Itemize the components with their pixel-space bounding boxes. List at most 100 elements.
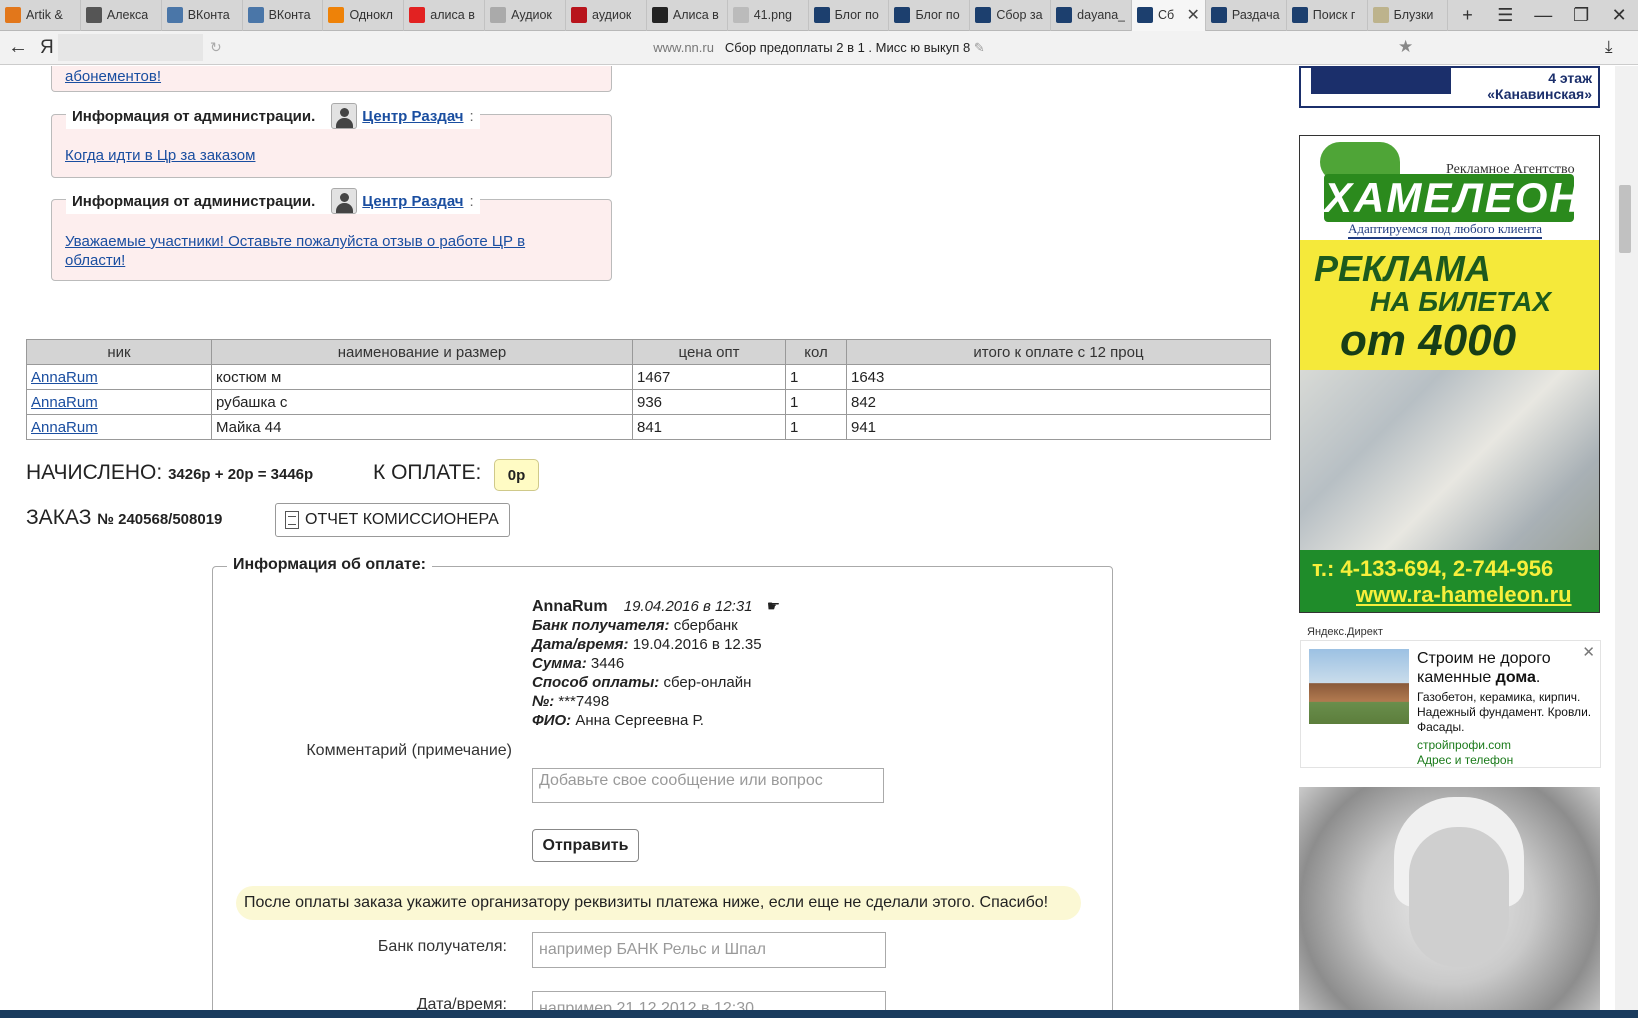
browser-tab[interactable]: Блог по <box>809 0 890 31</box>
ad-phones: т.: 4-133-694, 2-744-956 <box>1312 556 1554 581</box>
browser-tab[interactable]: аудиок <box>566 0 647 31</box>
browser-tab[interactable]: ВКонта <box>243 0 324 31</box>
tab-favicon-icon <box>651 7 668 23</box>
photo-ad-banner[interactable] <box>1299 787 1600 1010</box>
browser-tab[interactable]: ВКонта <box>162 0 243 31</box>
browser-tab[interactable]: Блузки <box>1368 0 1449 31</box>
ad-text: Газобетон, керамика, кирпич. Надежный фу… <box>1417 690 1592 734</box>
notice-message-link[interactable]: Уважаемые участники! Оставьте пожалуйста… <box>65 232 565 270</box>
field-value: 19.04.2016 в 12.35 <box>632 636 762 653</box>
tab-title: Однокл <box>349 8 393 22</box>
browser-tab[interactable]: Блог по <box>889 0 971 31</box>
notice-legend: Информация от администрации. Центр Разда… <box>66 188 480 214</box>
author-link[interactable]: Центр Раздач <box>362 193 463 210</box>
table-row: AnnaRum Майка 44 841 1 941 <box>26 414 1271 440</box>
send-button[interactable]: Отправить <box>532 829 639 862</box>
close-window-icon[interactable]: ✕ <box>1600 0 1638 31</box>
qty-cell: 1 <box>785 414 847 440</box>
top-ad-banner[interactable]: 4 этаж «Канавинская» <box>1299 66 1600 108</box>
order-label: ЗАКАЗ <box>26 506 92 529</box>
payment-info-legend: Информация об оплате: <box>227 556 432 574</box>
ad-line: «Канавинская» <box>1487 86 1592 102</box>
colon: : <box>469 192 474 210</box>
commissioner-report-button[interactable]: ОТЧЕТ КОМИССИОНЕРА <box>275 503 510 537</box>
tab-title: Сбор за <box>996 8 1043 22</box>
browser-tab[interactable]: алиса в <box>404 0 486 31</box>
document-icon <box>285 511 299 529</box>
ad-slogan: Адаптируемся под любого клиента <box>1348 221 1542 239</box>
download-icon[interactable]: ⤓ <box>1605 37 1613 57</box>
tab-favicon-icon <box>166 7 183 23</box>
browser-tab[interactable]: Раздача <box>1206 0 1287 31</box>
url-host: www.nn.ru <box>653 40 714 55</box>
nick-link[interactable]: AnnaRum <box>31 369 98 386</box>
tab-favicon-icon <box>975 7 992 23</box>
bookmark-star-icon[interactable]: ★ <box>1398 37 1413 57</box>
browser-tab[interactable]: dayana_ <box>1051 0 1133 31</box>
field-value: сбер-онлайн <box>663 674 752 691</box>
total-cell: 941 <box>846 414 1271 440</box>
nick-link[interactable]: AnnaRum <box>31 394 98 411</box>
notice-legend: Информация от администрации. Центр Разда… <box>66 103 480 129</box>
tab-favicon-icon <box>1291 7 1308 23</box>
ad-title-bold: дома <box>1495 669 1536 686</box>
browser-tab[interactable]: Artik & <box>0 0 81 31</box>
notice-message-link[interactable]: абонементов! <box>65 68 161 85</box>
notice-message-link[interactable]: Когда идти в Цр за заказом <box>65 147 255 164</box>
tab-bar: Artik & Алекса ВКонта ВКонта Однокл алиса в Ау… <box>0 0 1638 31</box>
hameleon-ad-banner[interactable]: Рекламное Агентство ХАМЕЛЕОН Адаптируемс… <box>1299 135 1600 613</box>
address-bar: ← Я ↻ www.nn.ru Сбор предоплаты 2 в 1 . … <box>0 31 1638 65</box>
browser-tab[interactable]: Однокл <box>323 0 405 31</box>
browser-tab[interactable]: Сбор за <box>970 0 1052 31</box>
tab-title: Алиса в <box>672 8 719 22</box>
browser-tab[interactable]: Поиск г <box>1287 0 1368 31</box>
item-cell: рубашка с <box>211 389 633 415</box>
browser-tab[interactable]: Сб ✕ <box>1132 0 1206 31</box>
payment-record: AnnaRum 19.04.2016 в 12:31 ☛ Банк получа… <box>532 597 780 730</box>
datetime-input[interactable]: например 21.12.2012 в 12:30 <box>532 991 886 1010</box>
restore-icon[interactable]: ❐ <box>1562 0 1600 31</box>
browser-tab[interactable]: Аудиок <box>485 0 567 31</box>
new-tab-icon[interactable]: + <box>1448 0 1486 31</box>
ad-title[interactable]: Строим не дорого каменные дома. <box>1417 649 1593 687</box>
bank-input[interactable]: например БАНК Рельс и Шпал <box>532 932 886 968</box>
ad-address-link[interactable]: Адрес и телефон <box>1417 753 1513 767</box>
yandex-direct-label[interactable]: Яндекс.Директ <box>1307 626 1383 638</box>
close-icon[interactable]: ✕ <box>1582 643 1595 661</box>
tab-title: алиса в <box>430 8 475 22</box>
ad-domain[interactable]: стройпрофи.com <box>1417 738 1511 752</box>
close-tab-icon[interactable]: ✕ <box>1187 5 1200 25</box>
yandex-direct-ad[interactable]: Строим не дорого каменные дома. Газобето… <box>1300 640 1601 768</box>
orders-table: ник наименование и размер цена опт кол и… <box>26 339 1271 440</box>
pointing-hand-icon[interactable]: ☛ <box>767 598 780 615</box>
field-label: Способ оплаты: <box>532 674 660 691</box>
payment-hint: После оплаты заказа укажите организатору… <box>236 886 1081 920</box>
minimize-icon[interactable]: — <box>1524 0 1562 31</box>
comment-input[interactable]: Добавьте свое сообщение или вопрос <box>532 768 884 803</box>
ad-title-end: . <box>1535 669 1541 686</box>
total-cell: 1643 <box>846 364 1271 390</box>
tab-title: Алекса <box>106 8 149 22</box>
menu-icon[interactable]: ☰ <box>1486 0 1524 31</box>
payment-field: Дата/время: 19.04.2016 в 12.35 <box>532 635 780 654</box>
field-label: №: <box>532 693 555 710</box>
tab-favicon-icon <box>1372 7 1389 23</box>
order-number: ЗАКАЗ № 240568/508019 <box>26 506 222 530</box>
field-value: 3446 <box>590 655 625 672</box>
field-label: Сумма: <box>532 655 587 672</box>
nick-link[interactable]: AnnaRum <box>31 419 98 436</box>
scrollbar-thumb[interactable] <box>1619 185 1631 253</box>
url-display[interactable]: www.nn.ru Сбор предоплаты 2 в 1 . Мисс ю… <box>0 40 1638 56</box>
table-row: AnnaRum рубашка с 936 1 842 <box>26 389 1271 415</box>
price-cell: 841 <box>632 414 786 440</box>
ad-photo <box>1300 370 1599 550</box>
author-link[interactable]: Центр Раздач <box>362 108 463 125</box>
browser-tab[interactable]: 41.png <box>728 0 809 31</box>
browser-tab[interactable]: Алекса <box>81 0 162 31</box>
tab-title: ВКонта <box>187 8 230 22</box>
browser-tab[interactable]: Алиса в <box>647 0 728 31</box>
table-header-row: ник наименование и размер цена опт кол и… <box>26 339 1271 365</box>
ad-brand: ХАМЕЛЕОН <box>1324 174 1582 222</box>
tab-title: Блог по <box>834 8 879 22</box>
accrued-value: 3426р + 20р = 3446р <box>168 466 314 483</box>
